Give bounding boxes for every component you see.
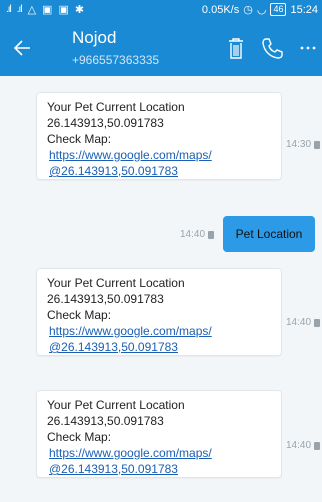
sim-icon <box>208 230 215 239</box>
sim-icon <box>314 441 321 450</box>
map-link[interactable]: https://www.google.com/maps/ <box>47 147 271 163</box>
message-text: Your Pet Current Location <box>47 100 185 114</box>
message-time: 14:30 <box>286 139 321 150</box>
time-label: 14:40 <box>286 317 312 328</box>
signal-icon: .ıl <box>16 4 23 15</box>
message-text: 26.143913,50.091783 <box>47 414 164 428</box>
message-time: 14:40 <box>286 440 321 451</box>
time-label: 14:40 <box>286 440 312 451</box>
phone-icon[interactable] <box>256 32 288 64</box>
map-link[interactable]: @26.143913,50.091783 <box>47 163 271 179</box>
signal-icon: .ıl <box>6 4 12 15</box>
conversation-header: Nojod +966557363335 <box>0 20 322 76</box>
sim-icon <box>314 318 321 327</box>
incoming-message[interactable]: Your Pet Current Location 26.143913,50.0… <box>36 390 282 478</box>
sim-icon <box>314 140 321 149</box>
network-speed: 0.05K/s <box>201 3 240 16</box>
message-text: 26.143913,50.091783 <box>47 116 164 130</box>
outgoing-message[interactable]: Pet Location <box>223 216 315 252</box>
battery-icon: 46 <box>270 3 287 16</box>
time-label: 14:30 <box>286 139 312 150</box>
message-text: Check Map: <box>47 430 112 444</box>
time-label: 14:40 <box>180 229 206 240</box>
delete-icon[interactable] <box>220 32 252 64</box>
more-icon[interactable] <box>294 32 322 64</box>
warning-icon: △ <box>27 4 37 16</box>
wifi-icon: ◡ <box>256 4 267 16</box>
status-bar: .ıl .ıl △ ▣ ▣ ✱ 0.05K/s ◷ ◡ 46 15:24 <box>0 0 322 20</box>
clock: 15:24 <box>290 3 318 16</box>
message-time: 14:40 <box>180 229 215 240</box>
map-link[interactable]: https://www.google.com/maps/ <box>47 323 271 339</box>
alarm-icon: ◷ <box>243 4 253 16</box>
message-text: 26.143913,50.091783 <box>47 292 164 306</box>
incoming-message[interactable]: Your Pet Current Location 26.143913,50.0… <box>36 268 282 356</box>
gallery-icon: ▣ <box>42 4 53 16</box>
message-text: Check Map: <box>47 132 112 146</box>
contact-number: +966557363335 <box>72 53 160 67</box>
contact-name: Nojod <box>72 28 117 47</box>
message-text: Your Pet Current Location <box>47 398 185 412</box>
map-link[interactable]: https://www.google.com/maps/ <box>47 445 271 461</box>
map-link[interactable]: @26.143913,50.091783 <box>47 461 271 477</box>
message-text: Check Map: <box>47 308 112 322</box>
message-text: Your Pet Current Location <box>47 276 185 290</box>
back-icon[interactable] <box>8 32 40 64</box>
image-icon: ▣ <box>58 4 69 16</box>
map-link[interactable]: @26.143913,50.091783 <box>47 339 271 355</box>
incoming-message[interactable]: Your Pet Current Location 26.143913,50.0… <box>36 92 282 180</box>
message-time: 14:40 <box>286 317 321 328</box>
wechat-icon: ✱ <box>74 4 85 16</box>
